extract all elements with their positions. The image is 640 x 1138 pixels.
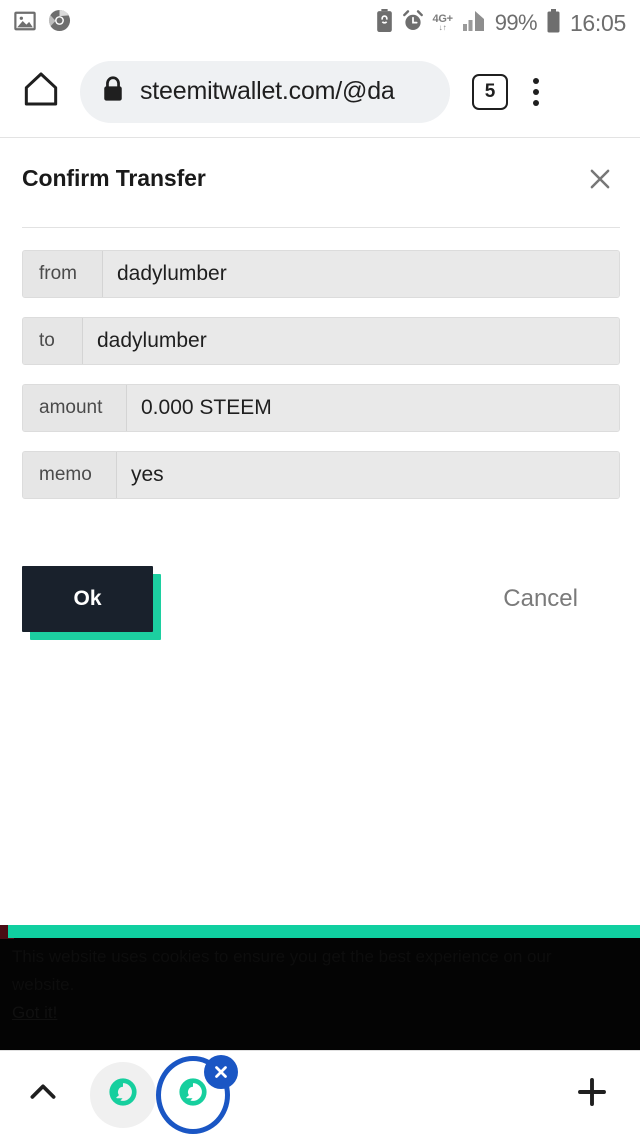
field-row-memo: memo yes [22, 451, 620, 499]
network-type-indicator: 4G+ ↓↑ [433, 14, 454, 32]
status-bar: 4G+ ↓↑ 99% 16:05 [0, 0, 640, 46]
dialog-actions: Ok Cancel [0, 518, 640, 640]
field-row-to: to dadylumber [22, 317, 620, 365]
battery-percent-label: 99% [494, 10, 538, 35]
url-bar[interactable]: steemitwallet.com/@da [80, 60, 450, 123]
field-row-from: from dadylumber [22, 250, 620, 298]
lock-icon [102, 76, 124, 107]
plus-icon [574, 1074, 610, 1115]
alarm-icon [402, 9, 424, 37]
steem-logo-icon-active [176, 1075, 210, 1114]
tab-count-label: 5 [484, 80, 496, 102]
field-label-amount: amount [23, 385, 127, 431]
chevron-up-icon [26, 1075, 60, 1114]
clock-label: 16:05 [569, 9, 626, 36]
network-activity-arrows: ↓↑ [438, 23, 447, 32]
overflow-menu-icon-dot2 [533, 88, 539, 95]
battery-saver-icon [376, 9, 393, 37]
banner-accept-link[interactable]: Got it! [12, 1003, 57, 1022]
expand-button[interactable] [0, 1075, 86, 1114]
cancel-button[interactable]: Cancel [503, 585, 618, 613]
transfer-fields: from dadylumber to dadylumber amount 0.0… [0, 228, 640, 499]
banner-text: This website uses cookies to ensure you … [12, 943, 602, 1027]
tab-thumb-2[interactable] [156, 1054, 238, 1134]
home-button[interactable] [10, 69, 72, 114]
overflow-menu-icon-dot3 [533, 99, 539, 106]
field-label-from: from [23, 251, 103, 297]
page-content: Confirm Transfer from dadylumber to dady… [0, 139, 640, 1050]
dialog-header: Confirm Transfer [0, 139, 640, 201]
banner-accent-bar [8, 925, 640, 938]
banner-message: This website uses cookies to ensure you … [12, 947, 552, 994]
field-label-memo: memo [23, 452, 117, 498]
bottom-bar [0, 1050, 640, 1138]
close-icon [587, 166, 613, 197]
field-value-to: dadylumber [83, 318, 619, 364]
new-tab-button[interactable] [544, 1074, 640, 1115]
field-label-to: to [23, 318, 83, 364]
cookie-banner: This website uses cookies to ensure you … [0, 925, 640, 1050]
ok-button[interactable]: Ok [22, 566, 153, 632]
browser-toolbar: steemitwallet.com/@da 5 [0, 46, 640, 138]
steem-logo-icon [106, 1075, 140, 1114]
home-icon [21, 69, 61, 114]
close-tab-button[interactable] [204, 1054, 238, 1089]
phone-screen: 4G+ ↓↑ 99% 16:05 steemitwallet.com/@da 5… [0, 0, 640, 1138]
field-value-from: dadylumber [103, 251, 619, 297]
page-title: Confirm Transfer [22, 165, 206, 191]
status-bar-left [0, 9, 71, 37]
field-row-amount: amount 0.000 STEEM [22, 384, 620, 432]
field-value-amount: 0.000 STEEM [127, 385, 619, 431]
overflow-menu-button[interactable] [508, 77, 564, 106]
status-bar-right: 4G+ ↓↑ 99% 16:05 [376, 8, 640, 38]
field-value-memo: yes [117, 452, 619, 498]
battery-icon [546, 8, 561, 38]
ok-button-wrapper: Ok [22, 566, 161, 640]
overflow-menu-icon [533, 77, 539, 84]
image-icon [14, 10, 36, 37]
url-text: steemitwallet.com/@da [140, 77, 395, 105]
chrome-icon [48, 9, 71, 37]
signal-icon [462, 10, 486, 37]
close-tab-icon [215, 1065, 227, 1078]
tab-thumb-1[interactable] [90, 1061, 156, 1128]
close-button[interactable] [580, 161, 620, 201]
tab-switcher-button[interactable]: 5 [472, 73, 508, 110]
